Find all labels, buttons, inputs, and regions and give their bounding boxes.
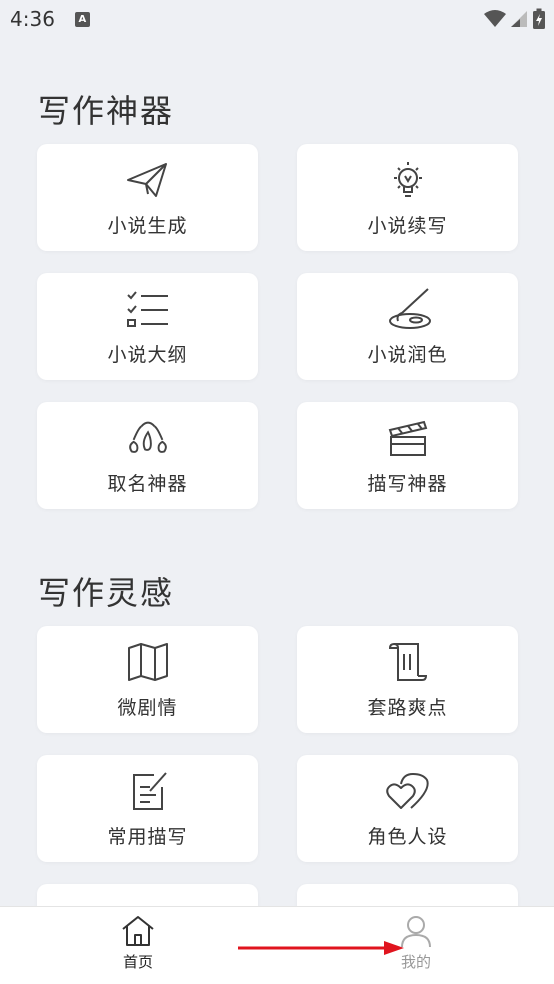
tab-home-label: 首页 [122, 953, 153, 971]
status-time: 4:36 [10, 7, 55, 31]
edit-note-icon [124, 769, 172, 813]
card-novel-generate[interactable]: 小说生成 [37, 144, 258, 251]
pen-icon [384, 898, 432, 906]
card-label: 小说润色 [367, 344, 448, 366]
checklist-icon [124, 287, 172, 331]
paper-plane-icon [124, 158, 172, 202]
hearts-icon [384, 769, 432, 813]
section-title-writing-inspiration: 写作灵感 [38, 574, 175, 612]
home-icon [122, 916, 154, 946]
light-bulb-icon [384, 158, 432, 202]
map-icon [124, 640, 172, 684]
card-label: 小说大纲 [107, 344, 188, 366]
paint-palette-icon [384, 287, 432, 331]
card-label: 套路爽点 [367, 697, 448, 719]
card-partial[interactable] [37, 884, 258, 906]
card-label: 取名神器 [107, 473, 188, 495]
card-partial[interactable] [297, 884, 518, 906]
notification-icon: A [74, 11, 90, 27]
card-common-description[interactable]: 常用描写 [37, 755, 258, 862]
crown-drops-icon [124, 416, 172, 460]
red-arrow-annotation [238, 941, 404, 955]
wifi-icon [484, 10, 506, 27]
status-icons [484, 8, 546, 30]
card-label: 小说续写 [367, 215, 448, 237]
card-novel-polish[interactable]: 小说润色 [297, 273, 518, 380]
status-bar: 4:36 A [0, 0, 554, 38]
main-scroll-area[interactable]: 写作神器 小说生成 小说续写 小说大纲 小说润色 取名神器 描写神器 写作灵感 … [0, 38, 554, 906]
card-novel-outline[interactable]: 小说大纲 [37, 273, 258, 380]
card-label: 角色人设 [367, 826, 448, 848]
section-title-writing-tools: 写作神器 [38, 92, 175, 130]
card-tropes[interactable]: 套路爽点 [297, 626, 518, 733]
card-novel-continue[interactable]: 小说续写 [297, 144, 518, 251]
battery-icon [533, 8, 545, 29]
card-label: 常用描写 [107, 826, 188, 848]
signal-icon [511, 11, 527, 27]
card-description-tool[interactable]: 描写神器 [297, 402, 518, 509]
scroll-icon [384, 640, 432, 684]
clapperboard-icon [384, 416, 432, 460]
tab-home[interactable]: 首页 [98, 915, 178, 972]
card-naming-tool[interactable]: 取名神器 [37, 402, 258, 509]
card-label: 微剧情 [117, 697, 178, 719]
card-label: 描写神器 [367, 473, 448, 495]
card-micro-plot[interactable]: 微剧情 [37, 626, 258, 733]
book-icon [124, 898, 172, 906]
card-character-setup[interactable]: 角色人设 [297, 755, 518, 862]
card-label: 小说生成 [107, 215, 188, 237]
